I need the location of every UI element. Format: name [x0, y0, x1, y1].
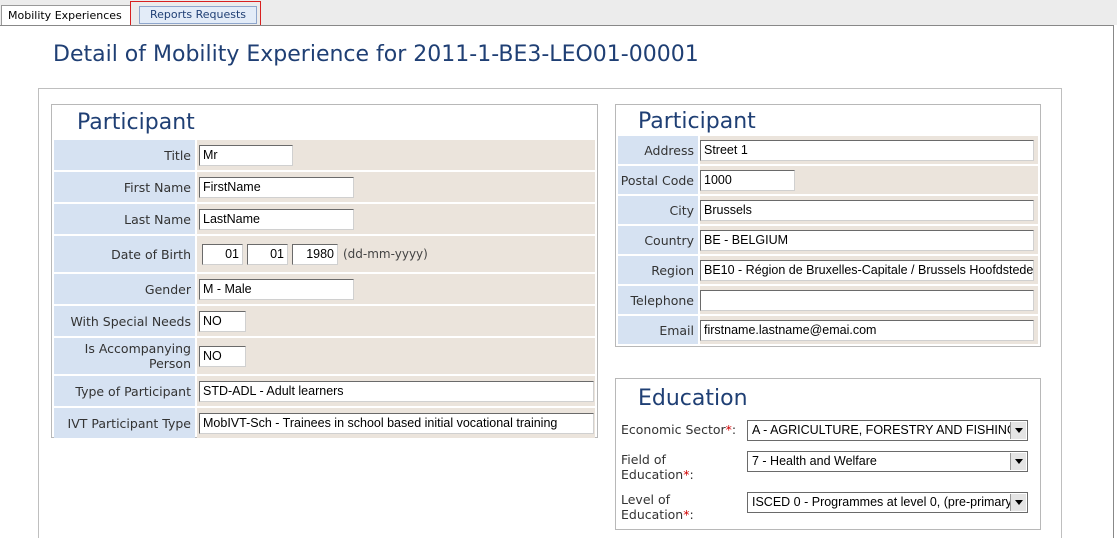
dob-format-hint: (dd-mm-yyyy): [343, 247, 428, 261]
chevron-down-icon[interactable]: [1010, 494, 1026, 511]
postal-code-input[interactable]: 1000: [700, 170, 795, 191]
city-input[interactable]: Brussels: [700, 200, 1034, 221]
type-input[interactable]: STD-ADL - Adult learners: [199, 381, 594, 402]
special-needs-row: With Special Needs NO: [54, 306, 595, 336]
email-input[interactable]: firstname.lastname@emai.com: [700, 320, 1034, 341]
city-row: City Brussels: [618, 196, 1038, 224]
participant-section: Participant Title Mr First Name FirstNam…: [51, 104, 598, 438]
education-section: Education Economic Sector*: A - AGRICULT…: [615, 378, 1041, 530]
address-row: Address Street 1: [618, 136, 1038, 164]
postal-code-row: Postal Code 1000: [618, 166, 1038, 194]
title-row: Title Mr: [54, 140, 595, 170]
country-row: Country BE - BELGIUM: [618, 226, 1038, 254]
accompanying-input[interactable]: NO: [199, 346, 246, 367]
type-of-participant-row: Type of Participant STD-ADL - Adult lear…: [54, 376, 595, 406]
dob-day-input[interactable]: 01: [202, 244, 243, 265]
participant-address-section: Participant Address Street 1 Postal Code…: [615, 104, 1041, 347]
first-name-input[interactable]: FirstName: [199, 177, 354, 198]
address-input[interactable]: Street 1: [700, 140, 1034, 161]
country-input[interactable]: BE - BELGIUM: [700, 230, 1034, 251]
postal-code-label: Postal Code: [618, 166, 698, 194]
participant-address-legend: Participant: [638, 109, 756, 134]
economic-sector-select[interactable]: A - AGRICULTURE, FORESTRY AND FISHING: [747, 420, 1028, 441]
accompanying-label-line2: Person: [148, 356, 191, 371]
ivt-type-row: IVT Participant Type MobIVT-Sch - Traine…: [54, 408, 595, 438]
gender-input[interactable]: M - Male: [199, 279, 354, 300]
special-needs-input[interactable]: NO: [199, 311, 246, 332]
special-needs-label: With Special Needs: [54, 306, 195, 336]
title-input[interactable]: Mr: [199, 145, 293, 166]
region-row: Region BE10 - Région de Bruxelles-Capita…: [618, 256, 1038, 284]
level-of-education-select[interactable]: ISCED 0 - Programmes at level 0, (pre-pr…: [747, 492, 1028, 513]
type-label: Type of Participant: [54, 376, 195, 406]
telephone-label: Telephone: [618, 286, 698, 314]
ivt-type-label: IVT Participant Type: [54, 408, 195, 438]
field-of-education-label: Field of Education*:: [621, 452, 694, 482]
level-of-education-label: Level of Education*:: [621, 492, 694, 522]
gender-label: Gender: [54, 274, 195, 304]
ivt-type-input[interactable]: MobIVT-Sch - Trainees in school based in…: [199, 413, 594, 434]
email-label: Email: [618, 316, 698, 344]
title-label: Title: [54, 140, 195, 170]
telephone-row: Telephone: [618, 286, 1038, 314]
page-title: Detail of Mobility Experience for 2011-1…: [53, 42, 699, 67]
telephone-input[interactable]: [700, 290, 1034, 311]
country-label: Country: [618, 226, 698, 254]
accompanying-person-row: Is Accompanying Person NO: [54, 338, 595, 374]
gender-row: Gender M - Male: [54, 274, 595, 304]
last-name-label: Last Name: [54, 204, 195, 234]
last-name-input[interactable]: LastName: [199, 209, 354, 230]
chevron-down-icon[interactable]: [1010, 422, 1026, 439]
city-label: City: [618, 196, 698, 224]
date-of-birth-row: Date of Birth 01 01 1980 (dd-mm-yyyy): [54, 236, 595, 272]
accompanying-label-line1: Is Accompanying: [84, 341, 191, 356]
dob-year-input[interactable]: 1980: [292, 244, 338, 265]
region-input[interactable]: BE10 - Région de Bruxelles-Capitale / Br…: [700, 260, 1034, 281]
education-legend: Education: [638, 386, 748, 411]
chevron-down-icon[interactable]: [1010, 453, 1026, 470]
dob-month-input[interactable]: 01: [247, 244, 288, 265]
economic-sector-label: Economic Sector*:: [621, 422, 737, 437]
region-label: Region: [618, 256, 698, 284]
tab-bar: Mobility Experiences Reports Requests: [0, 0, 1117, 30]
accompanying-label: Is Accompanying Person: [54, 338, 195, 374]
email-row: Email firstname.lastname@emai.com: [618, 316, 1038, 344]
tab-reports-requests[interactable]: Reports Requests: [139, 6, 257, 24]
participant-legend: Participant: [77, 110, 195, 135]
field-of-education-select[interactable]: 7 - Health and Welfare: [747, 451, 1028, 472]
tab-mobility-experiences[interactable]: Mobility Experiences: [1, 5, 131, 26]
first-name-row: First Name FirstName: [54, 172, 595, 202]
last-name-row: Last Name LastName: [54, 204, 595, 234]
address-label: Address: [618, 136, 698, 164]
dob-label: Date of Birth: [54, 236, 195, 272]
first-name-label: First Name: [54, 172, 195, 202]
